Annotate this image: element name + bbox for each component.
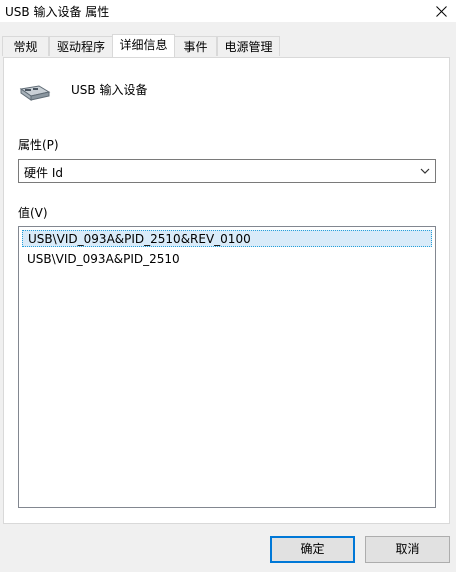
- close-icon: [435, 5, 447, 17]
- list-item[interactable]: USB\VID_093A&PID_2510: [22, 251, 180, 268]
- tab-details[interactable]: 详细信息: [112, 34, 175, 57]
- device-name: USB 输入设备: [71, 83, 148, 97]
- cancel-button[interactable]: 取消: [365, 536, 450, 563]
- value-listbox[interactable]: USB\VID_093A&PID_2510&REV_0100 USB\VID_0…: [18, 226, 436, 508]
- property-label: 属性(P): [18, 138, 59, 152]
- property-dropdown[interactable]: 硬件 Id: [18, 159, 436, 183]
- window-title: USB 输入设备 属性: [5, 5, 110, 19]
- chevron-down-icon: [420, 168, 430, 174]
- details-panel: USB 输入设备 属性(P) 硬件 Id 值(V) USB\VID_093A&P…: [3, 57, 450, 524]
- tab-events[interactable]: 事件: [174, 36, 217, 56]
- list-item[interactable]: USB\VID_093A&PID_2510&REV_0100: [22, 230, 432, 247]
- ok-button[interactable]: 确定: [270, 536, 355, 563]
- usb-device-icon: [19, 85, 51, 101]
- tab-driver[interactable]: 驱动程序: [49, 36, 113, 56]
- value-label: 值(V): [18, 206, 48, 220]
- tab-power-management[interactable]: 电源管理: [217, 36, 280, 56]
- tab-general[interactable]: 常规: [2, 36, 49, 56]
- close-button[interactable]: [426, 0, 456, 22]
- property-selected-value: 硬件 Id: [24, 166, 63, 180]
- title-bar: USB 输入设备 属性: [0, 0, 456, 22]
